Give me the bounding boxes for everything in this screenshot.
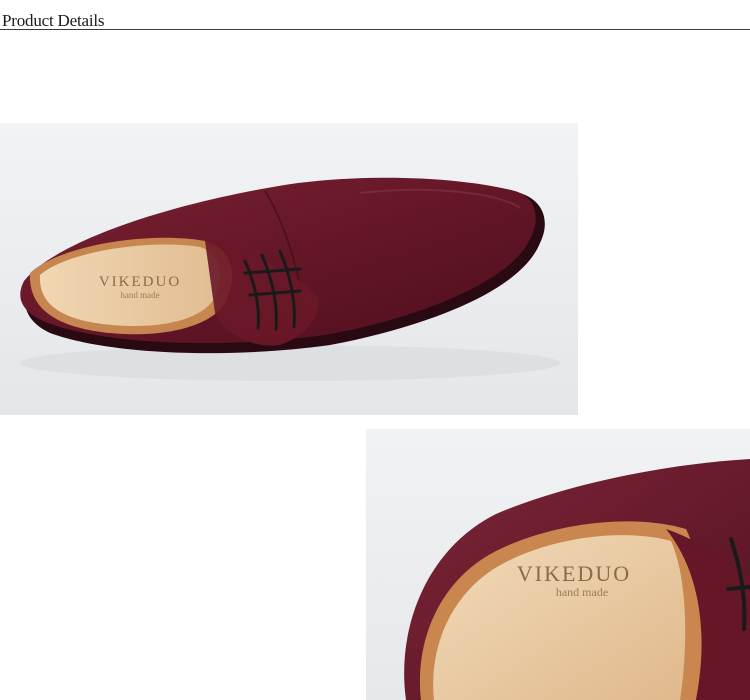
product-photo-side-view: VIKEDUO hand made (0, 123, 578, 415)
section-header: Product Details (0, 0, 750, 30)
insole-tagline-text: hand made (556, 585, 608, 599)
insole-tagline-text: hand made (120, 290, 159, 300)
shoe-side-view-image: VIKEDUO hand made (0, 123, 578, 415)
section-title: Product Details (2, 11, 105, 30)
product-photo-insole-closeup: VIKEDUO hand made (366, 429, 750, 700)
shoe-insole-closeup-image: VIKEDUO hand made (366, 429, 750, 700)
insole-brand-text: VIKEDUO (99, 274, 181, 290)
header-divider (0, 29, 750, 30)
insole-brand-text: VIKEDUO (517, 561, 631, 586)
